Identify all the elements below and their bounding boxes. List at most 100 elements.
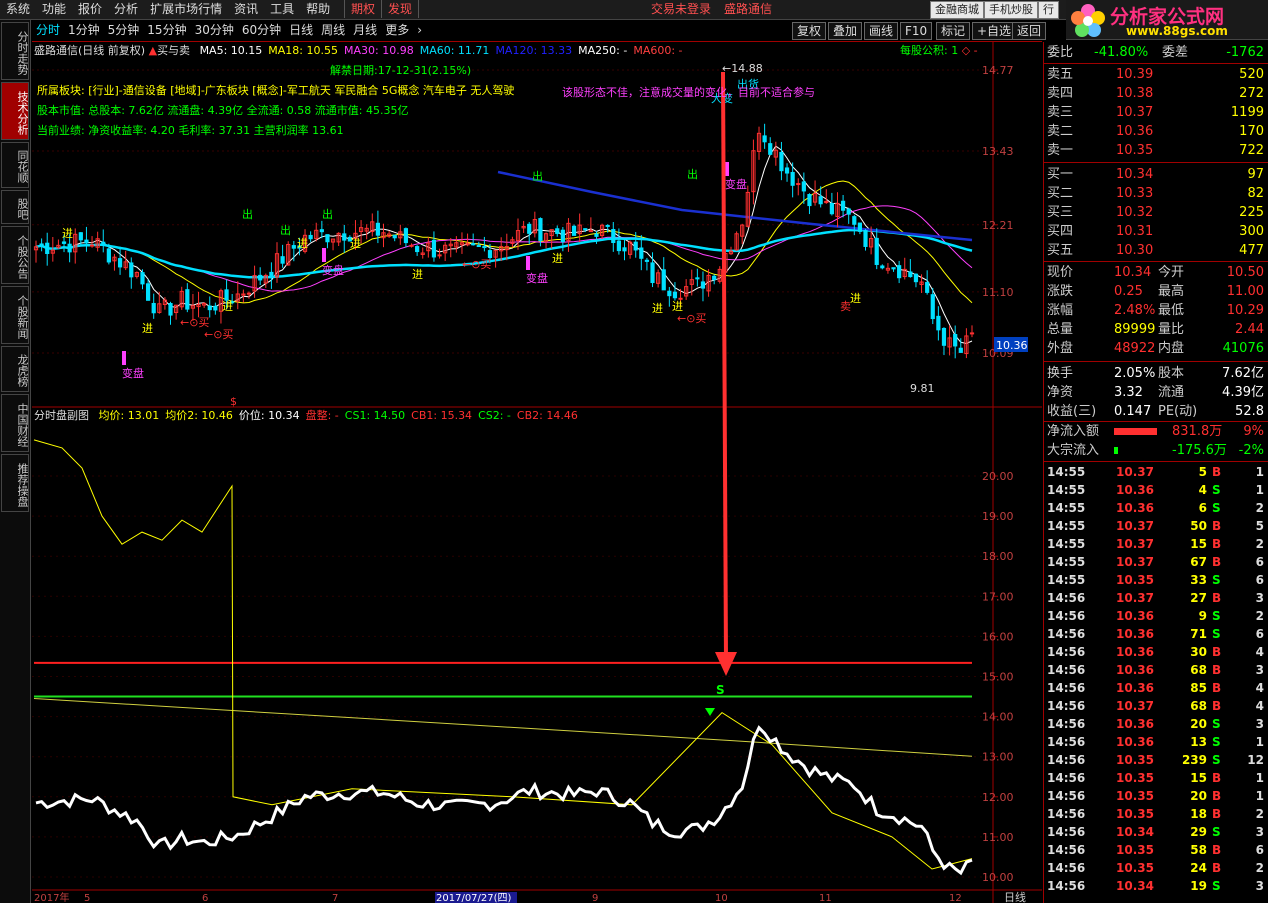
separator xyxy=(1044,461,1268,462)
tab-stock-forum[interactable]: 股吧 xyxy=(1,190,29,224)
tick-side: B xyxy=(1212,645,1222,659)
quote-button[interactable]: 行 xyxy=(1038,1,1059,19)
tick-time: 14:56 xyxy=(1047,645,1086,659)
buy-level-row: 买五 10.30 477 xyxy=(1044,242,1268,260)
sell-level-label: 卖五 xyxy=(1047,67,1074,82)
candle-body xyxy=(712,275,717,280)
tab-china-finance[interactable]: 中国财经 xyxy=(1,394,29,452)
menu-item-analysis[interactable]: 分析 xyxy=(108,0,144,18)
mark-button[interactable]: 标记 xyxy=(936,22,971,40)
tick-volume: 19 xyxy=(1190,879,1207,893)
candle-body xyxy=(560,229,565,243)
tick-count: 2 xyxy=(1255,501,1264,515)
menu-item-function[interactable]: 功能 xyxy=(36,0,72,18)
menu-item-quote[interactable]: 报价 xyxy=(72,0,108,18)
tab-dragon-tiger[interactable]: 龙虎榜 xyxy=(1,346,29,392)
y-tick-label: 18.00 xyxy=(982,550,1014,563)
flow-value: -175.6万 xyxy=(1172,443,1227,458)
menu-item-news[interactable]: 资讯 xyxy=(228,0,264,18)
tab-announcements[interactable]: 个股公告 xyxy=(1,226,29,284)
chart-area[interactable]: 进进进进进进进进进进出出出出出←⊙买←⊙买←⊙买←⊙买卖变盘变盘变盘变盘出货大变… xyxy=(32,42,1042,903)
restore-rights-button[interactable]: 复权 xyxy=(792,22,827,40)
period-more[interactable]: 更多 xyxy=(381,20,413,40)
tick-price: 10.36 xyxy=(1116,645,1154,659)
y-tick-label: 13.00 xyxy=(982,751,1014,764)
back-button[interactable]: 返回 xyxy=(1012,22,1047,40)
candle-body xyxy=(415,246,420,253)
tab-technical-analysis[interactable]: 技术分析 xyxy=(1,82,29,140)
diamond-icon: ◇ xyxy=(961,44,971,57)
period-weekly[interactable]: 周线 xyxy=(317,20,349,40)
finance-mall-button[interactable]: 金融商城 xyxy=(930,1,984,19)
indicator-name[interactable]: 买与卖 xyxy=(157,44,190,57)
stat-label: 最低 xyxy=(1158,303,1185,318)
y-tick-label: 13.43 xyxy=(982,145,1014,158)
menu-item-help[interactable]: 帮助 xyxy=(300,0,336,18)
period-15min[interactable]: 15分钟 xyxy=(143,20,190,40)
f10-button[interactable]: F10 xyxy=(900,22,933,40)
quote-panel: 委比 -41.80% 委差 -1762 卖五 10.39 520 卖四 10.38 272 卖三 10… xyxy=(1043,42,1268,903)
chevron-right-icon[interactable]: › xyxy=(413,20,426,40)
buy-level-label: 买二 xyxy=(1047,186,1074,201)
draw-line-button[interactable]: 画线 xyxy=(864,22,899,40)
period-60min[interactable]: 60分钟 xyxy=(238,20,285,40)
tab-stock-news[interactable]: 个股新闻 xyxy=(1,286,29,344)
sell-level-row: 卖一 10.35 722 xyxy=(1044,142,1268,160)
menu-item-options[interactable]: 期权 xyxy=(343,0,381,18)
tab-tonghuashun[interactable]: 同花顺 xyxy=(1,142,29,188)
tick-volume: 67 xyxy=(1190,555,1207,569)
candle-body xyxy=(818,196,823,205)
candle-body xyxy=(925,282,930,293)
period-monthly[interactable]: 月线 xyxy=(349,20,381,40)
menu-item-tools[interactable]: 工具 xyxy=(264,0,300,18)
candle-body xyxy=(39,243,44,246)
bianpan-bar xyxy=(526,256,530,270)
tick-count: 1 xyxy=(1255,789,1264,803)
tick-price: 10.35 xyxy=(1116,753,1154,767)
tick-side: B xyxy=(1212,663,1222,677)
candle-body xyxy=(897,265,902,279)
candle-body xyxy=(857,222,863,232)
buy-level-label: 买四 xyxy=(1047,224,1074,239)
close-icon[interactable]: - xyxy=(974,44,978,57)
tick-volume: 20 xyxy=(1190,789,1207,803)
price-tag: 10.36 xyxy=(996,339,1028,352)
menu-item-extended-market[interactable]: 扩展市场行情 xyxy=(144,0,228,18)
overlay-button[interactable]: 叠加 xyxy=(828,22,863,40)
menu-item-system[interactable]: 系统 xyxy=(0,0,36,18)
candle-body xyxy=(117,258,123,268)
stat-label: 量比 xyxy=(1158,322,1185,337)
tab-recommend[interactable]: 推荐操盘 xyxy=(1,454,29,512)
tick-volume: 20 xyxy=(1190,717,1207,731)
buy-level-price: 10.33 xyxy=(1116,186,1154,201)
menu-item-discover[interactable]: 发现 xyxy=(380,0,419,18)
period-5min[interactable]: 5分钟 xyxy=(104,20,144,40)
tab-intraday[interactable]: 分时走势 xyxy=(1,22,29,80)
signal-label-jin: 进 xyxy=(412,268,423,281)
mobile-trading-button[interactable]: 手机炒股 xyxy=(984,1,1038,19)
tick-row: 14:56 10.35 15 B 1 xyxy=(1044,769,1268,787)
tick-volume: 85 xyxy=(1190,681,1207,695)
tick-time: 14:55 xyxy=(1047,573,1086,587)
period-intraday[interactable]: 分时 xyxy=(32,20,64,40)
high-price-label: ←14.88 xyxy=(722,62,763,75)
candle-body xyxy=(958,347,963,353)
tick-side: B xyxy=(1212,771,1222,785)
tick-side: B xyxy=(1212,537,1222,551)
reserve-per-share: 每股公积: 1 ◇ - xyxy=(900,44,978,58)
login-status[interactable]: 交易未登录 xyxy=(645,0,717,18)
add-favorite-button[interactable]: +自选 xyxy=(972,22,1017,40)
stat-value: 10.29 xyxy=(1226,303,1264,318)
tick-row: 14:56 10.34 19 S 3 xyxy=(1044,877,1268,895)
tick-count: 3 xyxy=(1255,663,1264,677)
trading-app-window: 系统 功能 报价 分析 扩展市场行情 资讯 工具 帮助 期权 发现 交易未登录 盛路通信 金融商… xyxy=(0,0,1268,903)
period-30min[interactable]: 30分钟 xyxy=(191,20,238,40)
tick-side: B xyxy=(1212,591,1222,605)
buy-level-row: 买一 10.34 97 xyxy=(1044,166,1268,184)
period-1min[interactable]: 1分钟 xyxy=(64,20,104,40)
candle-body xyxy=(280,256,285,264)
tick-volume: 30 xyxy=(1190,645,1207,659)
candle-body xyxy=(874,237,879,265)
period-daily[interactable]: 日线 xyxy=(285,20,317,40)
flow-value: 831.8万 xyxy=(1172,424,1223,439)
